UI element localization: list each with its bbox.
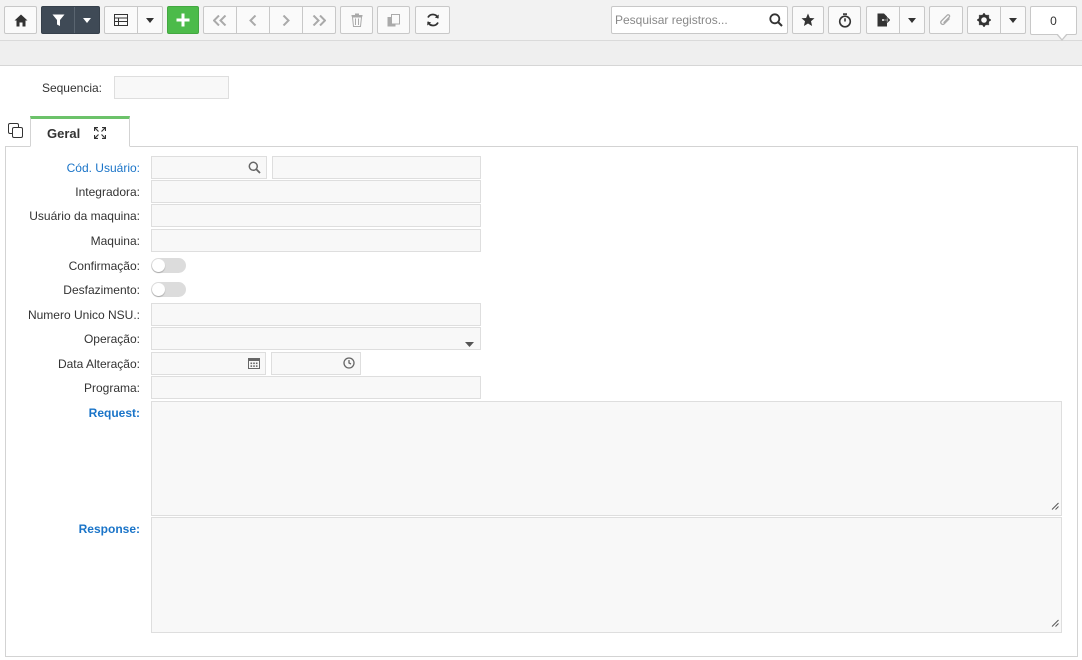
plus-icon xyxy=(176,13,190,27)
record-count-badge: 0 xyxy=(1030,6,1077,41)
programa-field[interactable] xyxy=(151,376,481,399)
settings-main[interactable] xyxy=(968,7,1002,33)
first-record-button[interactable] xyxy=(204,7,237,33)
home-icon xyxy=(14,14,27,26)
caret-down-icon xyxy=(1009,17,1018,23)
desfazimento-label: Desfazimento: xyxy=(63,283,140,297)
export-dropdown[interactable] xyxy=(900,7,924,33)
cod-usuario-field[interactable] xyxy=(151,156,267,179)
confirmacao-toggle[interactable] xyxy=(151,258,186,273)
toggle-knob xyxy=(152,259,165,272)
search-icon[interactable] xyxy=(769,13,783,30)
export-icon xyxy=(877,13,890,27)
last-icon xyxy=(312,14,326,26)
integradora-label: Integradora: xyxy=(75,185,140,199)
favorite-button[interactable] xyxy=(792,6,824,34)
navigation-group xyxy=(203,6,336,34)
export-main[interactable] xyxy=(867,7,901,33)
grid-view-main[interactable] xyxy=(105,7,139,33)
grid-icon xyxy=(114,14,129,26)
caret-down-icon xyxy=(83,17,92,23)
paperclip-icon xyxy=(940,13,951,25)
home-button[interactable] xyxy=(4,6,37,34)
toggle-knob xyxy=(152,283,165,296)
cod-usuario-description-field[interactable] xyxy=(272,156,481,179)
response-textarea[interactable] xyxy=(151,517,1062,633)
tab-geral[interactable]: Geral xyxy=(30,116,130,147)
caret-down-icon xyxy=(146,17,155,23)
last-record-button[interactable] xyxy=(303,7,335,33)
timer-button[interactable] xyxy=(828,6,861,34)
delete-button[interactable] xyxy=(340,6,373,34)
add-record-button[interactable] xyxy=(167,6,199,34)
request-label: Request: xyxy=(88,406,140,420)
stopwatch-icon xyxy=(838,12,851,28)
grid-view-button[interactable] xyxy=(104,6,163,34)
desfazimento-toggle[interactable] xyxy=(151,282,186,297)
cod-usuario-label: Cód. Usuário: xyxy=(66,161,140,175)
maquina-field[interactable] xyxy=(151,229,481,252)
filter-dropdown[interactable] xyxy=(75,7,99,33)
data-alteracao-time-field[interactable] xyxy=(271,352,361,375)
previous-record-button[interactable] xyxy=(237,7,270,33)
search-input[interactable] xyxy=(615,12,765,28)
settings-button[interactable] xyxy=(967,6,1026,34)
clock-icon[interactable] xyxy=(343,357,355,372)
expand-icon[interactable] xyxy=(93,126,107,142)
attachments-button[interactable] xyxy=(929,6,963,34)
next-record-button[interactable] xyxy=(270,7,303,33)
response-label: Response: xyxy=(78,522,140,536)
filter-main[interactable] xyxy=(42,7,76,33)
programa-label: Programa: xyxy=(83,381,140,395)
sequencia-label: Sequencia: xyxy=(41,81,102,95)
star-icon xyxy=(801,13,815,26)
sequencia-field[interactable] xyxy=(114,76,229,99)
usuario-maquina-label: Usuário da maquina: xyxy=(29,209,140,223)
tab-geral-label: Geral xyxy=(47,126,81,141)
data-alteracao-label: Data Alteração: xyxy=(57,357,140,371)
next-icon xyxy=(282,14,290,26)
search-box xyxy=(611,6,788,34)
nsu-label: Numero Unico NSU.: xyxy=(27,308,140,322)
caret-down-icon xyxy=(908,17,917,23)
data-alteracao-date-field[interactable] xyxy=(151,352,266,375)
caret-down-icon xyxy=(465,336,474,350)
refresh-button[interactable] xyxy=(415,6,450,34)
record-count: 0 xyxy=(1050,13,1057,28)
resize-grip-icon[interactable] xyxy=(1051,616,1059,630)
confirmacao-label: Confirmação: xyxy=(68,259,140,273)
operacao-label: Operação: xyxy=(83,332,140,346)
operacao-select[interactable] xyxy=(151,327,481,350)
trash-icon xyxy=(351,13,362,27)
export-button[interactable] xyxy=(866,6,925,34)
prev-icon xyxy=(249,14,257,26)
resize-grip-icon[interactable] xyxy=(1051,499,1059,513)
nsu-field[interactable] xyxy=(151,303,481,326)
filter-icon xyxy=(52,14,65,26)
integradora-field[interactable] xyxy=(151,180,481,203)
subheader-strip xyxy=(0,41,1082,66)
duplicate-button[interactable] xyxy=(377,6,410,34)
calendar-icon[interactable] xyxy=(248,357,260,372)
toolbar: 0 xyxy=(0,0,1082,41)
request-textarea[interactable] xyxy=(151,401,1062,516)
clone-icon[interactable] xyxy=(8,123,23,141)
filter-button[interactable] xyxy=(41,6,100,34)
refresh-icon xyxy=(426,13,439,27)
maquina-label: Maquina: xyxy=(90,234,140,248)
copy-icon xyxy=(387,13,400,26)
settings-dropdown[interactable] xyxy=(1001,7,1025,33)
grid-view-dropdown[interactable] xyxy=(138,7,162,33)
usuario-maquina-field[interactable] xyxy=(151,204,481,227)
gear-icon xyxy=(977,13,991,27)
first-icon xyxy=(213,14,227,26)
badge-tail-fill xyxy=(1057,33,1067,39)
search-icon[interactable] xyxy=(248,161,261,177)
